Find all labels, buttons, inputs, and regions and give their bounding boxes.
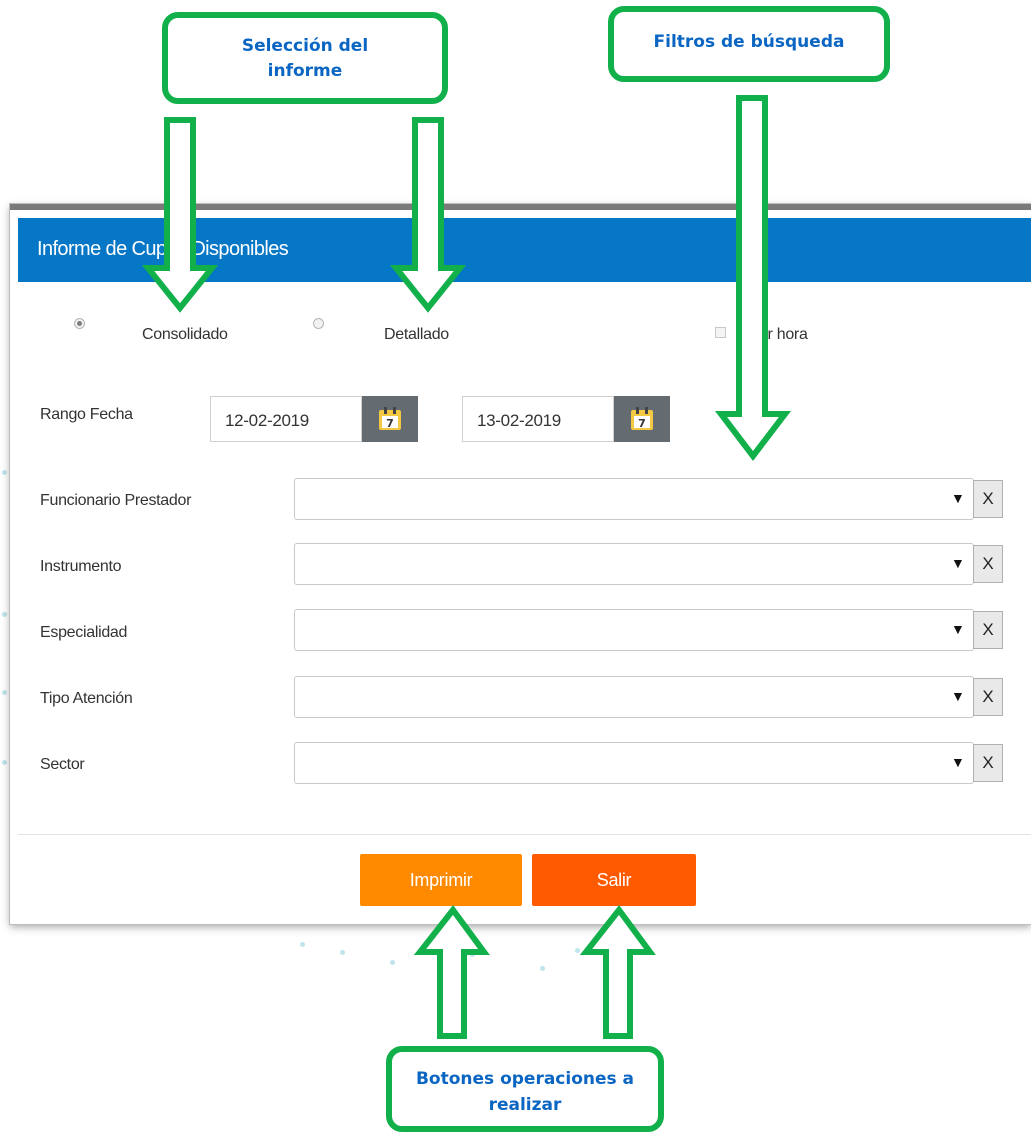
dropdown-caret-icon: ▼ [951,754,965,770]
filter-label-funcionario: Funcionario Prestador [40,492,192,509]
date-from-calendar-button[interactable]: 7 [362,396,418,442]
date-to-calendar-button[interactable]: 7 [614,396,670,442]
callout-action-buttons: Botones operaciones a realizar [386,1046,664,1132]
print-button[interactable]: Imprimir [360,854,522,906]
footer-divider [18,834,1031,835]
svg-text:7: 7 [638,417,646,430]
filter-label-sector: Sector [40,756,85,773]
dropdown-caret-icon: ▼ [951,490,965,506]
date-range-label: Rango Fecha [40,406,133,423]
funcionario-select[interactable]: ▼ [294,478,974,520]
callout-report-selection-text: Selección del informe [241,36,369,81]
date-from-input[interactable]: 12-02-2019 [210,396,362,442]
detallado-radio[interactable] [313,318,324,329]
funcionario-clear-button[interactable]: X [973,480,1003,518]
arrow-up-icon [579,905,656,1039]
tipo-atencion-clear-button[interactable]: X [973,678,1003,716]
callout-action-buttons-text: Botones operaciones a realizar [415,1069,635,1115]
especialidad-select[interactable]: ▼ [294,609,974,651]
arrow-down-icon [714,95,792,461]
calendar-icon: 7 [631,407,653,430]
report-dialog: Informe de Cupos Disponibles Consolidado… [10,204,1031,924]
tipo-atencion-select[interactable]: ▼ [294,676,974,718]
instrumento-select[interactable]: ▼ [294,543,974,585]
arrow-down-icon [141,117,219,313]
consolidado-label: Consolidado [142,326,228,343]
filter-label-instrumento: Instrumento [40,558,122,575]
callout-search-filters-text: Filtros de búsqueda [653,32,845,52]
date-to-input[interactable]: 13-02-2019 [462,396,614,442]
especialidad-clear-button[interactable]: X [973,611,1003,649]
arrow-down-icon [389,117,467,313]
dropdown-caret-icon: ▼ [951,555,965,571]
calendar-icon: 7 [379,407,401,430]
exit-button[interactable]: Salir [532,854,696,906]
detallado-label: Detallado [384,326,449,343]
callout-report-selection: Selección del informe [162,12,448,104]
arrow-up-icon [413,905,490,1039]
sector-clear-button[interactable]: X [973,744,1003,782]
filter-label-especialidad: Especialidad [40,624,128,641]
dropdown-caret-icon: ▼ [951,688,965,704]
sector-select[interactable]: ▼ [294,742,974,784]
dropdown-caret-icon: ▼ [951,621,965,637]
filter-label-tipo-atencion: Tipo Atención [40,690,133,707]
consolidado-radio[interactable] [74,318,85,329]
svg-text:7: 7 [386,417,394,430]
callout-search-filters: Filtros de búsqueda [608,6,890,82]
instrumento-clear-button[interactable]: X [973,545,1003,583]
